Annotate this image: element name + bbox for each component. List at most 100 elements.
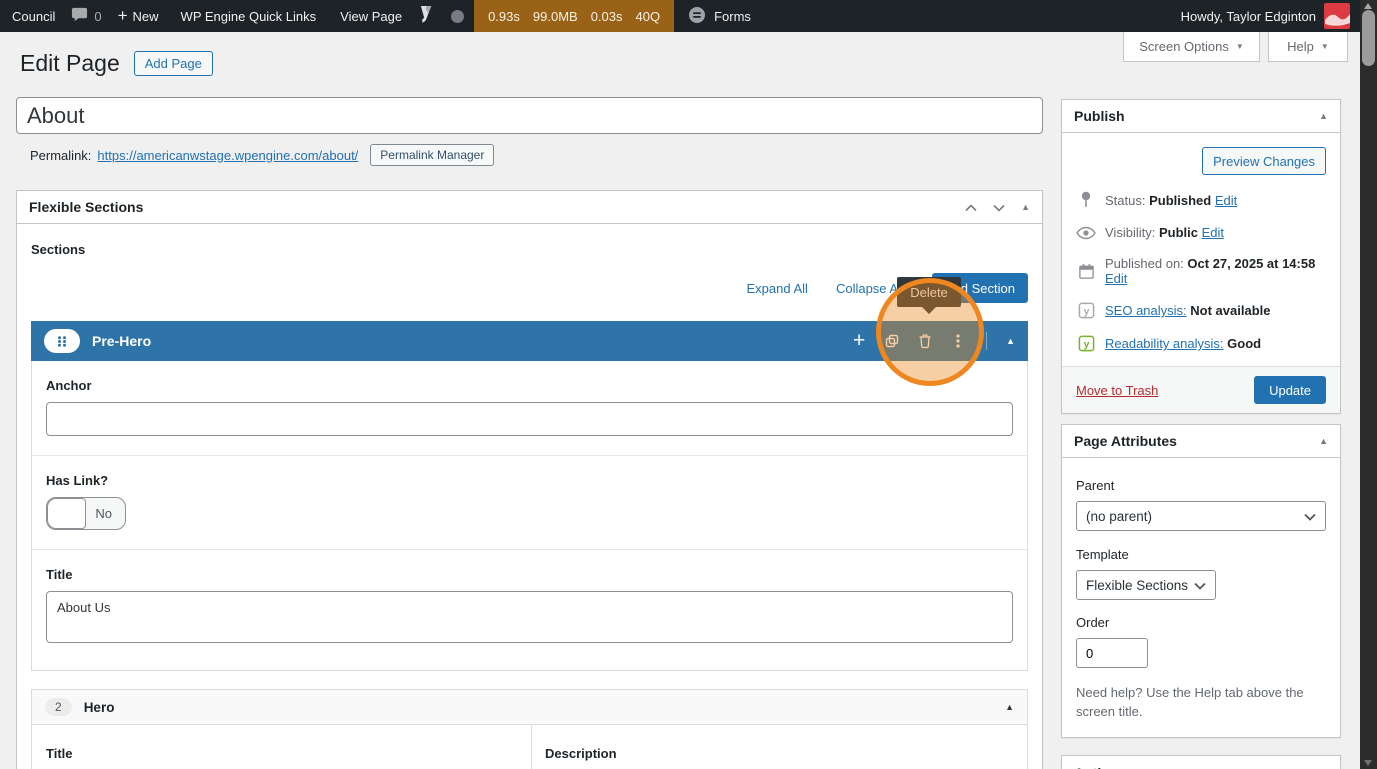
section-collapse-icon[interactable]: ▲ — [1005, 702, 1014, 712]
toggle-knob[interactable] — [47, 498, 86, 529]
update-button[interactable]: Update — [1254, 376, 1326, 404]
forms-label: Forms — [714, 8, 751, 24]
page-attributes-help-text: Need help? Use the Help tab above the sc… — [1076, 685, 1304, 719]
add-row-icon[interactable]: + — [850, 330, 868, 351]
pin-status-icon — [1076, 191, 1096, 209]
anchor-input[interactable] — [46, 402, 1013, 436]
permalink-manager-button[interactable]: Permalink Manager — [370, 144, 495, 166]
permalink-link[interactable]: https://americanwstage.wpengine.com/abou… — [97, 148, 358, 163]
published-value: Oct 27, 2025 at 14:58 — [1187, 256, 1316, 271]
scrollbar-thumb[interactable] — [1362, 10, 1375, 66]
section-header-hero[interactable]: 2 Hero ▲ — [31, 689, 1028, 725]
howdy-label: Howdy, Taylor Edginton — [1180, 8, 1316, 24]
collapse-toggle-icon[interactable]: ▲ — [1021, 202, 1030, 212]
delete-trash-icon[interactable] — [916, 332, 934, 350]
qm-db-time: 0.03s — [590, 8, 623, 24]
screen-options-tab[interactable]: Screen Options ▼ — [1123, 32, 1260, 62]
readability-analysis-row: y Readability analysis: Good — [1076, 335, 1326, 352]
admin-bar-view-page[interactable]: View Page — [332, 0, 410, 32]
yoast-readability-green-icon: y — [1076, 335, 1096, 352]
status-row: Status: Published Edit — [1076, 191, 1326, 209]
wordpress-edit-page-screen: Council 0 + New WP Engine Quick Links Vi… — [0, 0, 1377, 769]
admin-bar-comments[interactable]: 0 — [63, 0, 109, 32]
edit-published-link[interactable]: Edit — [1105, 271, 1127, 286]
section-panel-hero: Title Description — [31, 725, 1028, 769]
readability-value: Good — [1227, 336, 1262, 351]
more-options-icon[interactable] — [949, 332, 967, 350]
flexible-sections-header[interactable]: Flexible Sections ▲ — [17, 191, 1042, 224]
admin-bar-query-monitor[interactable]: 0.93s 99.0MB 0.03s 40Q — [474, 0, 675, 32]
wpengine-label: WP Engine Quick Links — [180, 8, 317, 24]
hero-title-column: Title — [32, 725, 532, 769]
page-attributes-header[interactable]: Page Attributes ▲ — [1062, 425, 1340, 458]
visibility-value: Public — [1158, 225, 1198, 240]
help-tab[interactable]: Help ▼ — [1268, 32, 1348, 62]
publishing-actions: Move to Trash Update — [1062, 366, 1340, 413]
eye-icon — [1076, 226, 1096, 240]
qm-memory: 99.0MB — [532, 8, 578, 24]
title-textarea[interactable]: About Us — [46, 591, 1013, 643]
scroll-down-arrow[interactable] — [1364, 760, 1372, 766]
admin-bar-yoast[interactable] — [410, 0, 445, 32]
delete-tooltip: Delete — [897, 277, 961, 314]
admin-bar-account[interactable]: Howdy, Taylor Edginton — [1181, 3, 1360, 29]
readability-analysis-link[interactable]: Readability analysis: — [1105, 336, 1224, 351]
section-collapse-icon[interactable]: ▲ — [1006, 336, 1015, 346]
preview-changes-button[interactable]: Preview Changes — [1202, 147, 1326, 175]
has-link-toggle[interactable]: No — [46, 497, 126, 530]
published-on-row: Published on: Oct 27, 2025 at 14:58 Edit — [1076, 256, 1326, 286]
metabox-title: Author — [1074, 765, 1120, 769]
description-label: Description — [545, 746, 617, 761]
template-select[interactable]: Flexible Sections — [1076, 570, 1216, 600]
hero-description-column: Description — [532, 725, 1027, 769]
admin-bar-wpengine-links[interactable]: WP Engine Quick Links — [173, 0, 325, 32]
title-label: Title — [46, 746, 73, 761]
section-panel-pre-hero: Anchor Has Link? No Title About Us — [31, 361, 1028, 671]
anchor-label: Anchor — [46, 378, 92, 393]
seo-value: Not available — [1190, 303, 1271, 318]
section-name: Pre-Hero — [92, 333, 152, 349]
chevron-down-icon: ▼ — [1320, 42, 1329, 51]
published-label: Published on: — [1105, 256, 1184, 271]
duplicate-icon[interactable] — [883, 332, 901, 350]
order-label: Order — [1076, 615, 1110, 630]
view-page-label: View Page — [340, 8, 403, 24]
admin-bar-site-name[interactable]: Council — [4, 0, 63, 32]
flexible-sections-metabox: Flexible Sections ▲ Sections Expand All … — [16, 190, 1043, 769]
order-input[interactable] — [1076, 638, 1148, 668]
section-header-pre-hero[interactable]: Pre-Hero + ▲ — [31, 321, 1028, 361]
move-down-icon[interactable] — [993, 200, 1005, 215]
move-to-trash-link[interactable]: Move to Trash — [1076, 383, 1158, 398]
comment-count: 0 — [94, 8, 102, 24]
publish-header[interactable]: Publish ▲ — [1062, 100, 1340, 133]
template-label: Template — [1076, 547, 1129, 562]
collapse-toggle-icon[interactable]: ▲ — [1319, 111, 1328, 121]
expand-all-link[interactable]: Expand All — [747, 281, 808, 296]
vertical-scrollbar[interactable] — [1360, 0, 1377, 769]
collapse-all-link[interactable]: Collapse All — [836, 281, 904, 296]
status-label: Status: — [1105, 192, 1146, 208]
collapse-toggle-icon[interactable]: ▲ — [1319, 436, 1328, 446]
parent-select[interactable]: (no parent) — [1076, 501, 1326, 531]
author-metabox: Author ▲ — [1061, 755, 1341, 769]
admin-bar-new-button[interactable]: + New — [110, 0, 167, 32]
qm-queries: 40Q — [635, 8, 661, 24]
scroll-up-arrow[interactable] — [1364, 3, 1372, 9]
edit-status-link[interactable]: Edit — [1215, 193, 1237, 208]
post-title-input[interactable] — [16, 97, 1043, 134]
edit-visibility-link[interactable]: Edit — [1202, 225, 1224, 240]
yoast-seo-gray-icon: y — [1076, 302, 1096, 319]
author-header[interactable]: Author ▲ — [1062, 756, 1340, 769]
seo-analysis-link[interactable]: SEO analysis: — [1105, 303, 1187, 318]
seo-analysis-row: y SEO analysis: Not available — [1076, 302, 1326, 319]
admin-bar-forms[interactable]: Forms — [680, 0, 759, 32]
add-page-button[interactable]: Add Page — [133, 51, 213, 76]
admin-bar-status-dot[interactable] — [445, 0, 470, 32]
chevron-down-icon — [1304, 509, 1316, 524]
chevron-down-icon — [1194, 578, 1206, 593]
permalink-row: Permalink: https://americanwstage.wpengi… — [30, 144, 495, 166]
page-attributes-body: Parent (no parent) Template Flexible Sec… — [1062, 458, 1340, 737]
drag-handle[interactable] — [44, 329, 80, 353]
svg-text:y: y — [1083, 306, 1089, 317]
move-up-icon[interactable] — [965, 200, 977, 215]
